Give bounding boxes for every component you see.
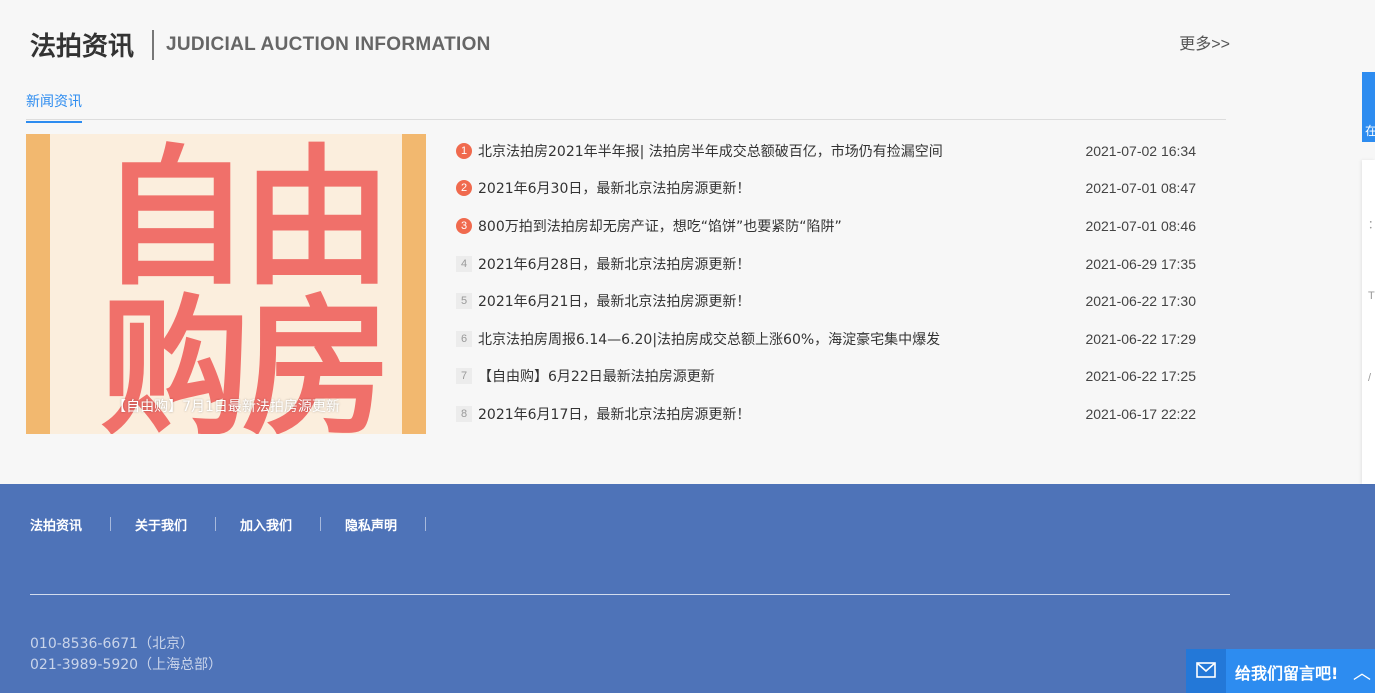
news-title[interactable]: 北京法拍房2021年半年报| 法拍房半年成交总额破百亿，市场仍有捡漏空间	[478, 141, 943, 161]
news-date: 2021-06-17 22:22	[1085, 405, 1196, 422]
news-date: 2021-07-02 16:34	[1085, 142, 1196, 159]
rank-badge: 1	[456, 142, 472, 159]
news-tabs: 新闻资讯	[26, 88, 1226, 123]
rank-badge: 4	[456, 255, 472, 272]
side-tab-text: 在	[1365, 124, 1375, 138]
side-float-panel[interactable]: ： T /	[1362, 160, 1375, 484]
message-us-button[interactable]: 给我们留言吧! ︿	[1186, 649, 1375, 693]
message-us-label: 给我们留言吧!	[1235, 664, 1339, 683]
section-header: 法拍资讯 JUDICIAL AUCTION INFORMATION 更多>>	[30, 24, 1230, 64]
news-title[interactable]: 2021年6月30日，最新北京法拍房源更新！	[478, 178, 750, 198]
footer-link-join[interactable]: 加入我们	[240, 515, 292, 534]
section-title: 法拍资讯	[30, 32, 135, 62]
footer-divider	[215, 517, 217, 531]
title-divider	[152, 30, 154, 60]
news-title[interactable]: 2021年6月28日，最新北京法拍房源更新！	[478, 254, 750, 274]
featured-article[interactable]: 自由 购房 【自由购】7月1日最新法拍房源更新	[26, 134, 426, 434]
rank-badge: 3	[456, 217, 472, 234]
news-item[interactable]: 6 北京法拍房周报6.14—6.20|法拍房成交总额上涨60%，海淀豪宅集中爆发…	[456, 320, 1200, 358]
news-item[interactable]: 7 【自由购】6月22日最新法拍房源更新 2021-06-22 17:25	[456, 358, 1200, 396]
more-link[interactable]: 更多>>	[1179, 30, 1230, 54]
footer-link-news[interactable]: 法拍资讯	[30, 515, 82, 534]
news-title[interactable]: 2021年6月21日，最新北京法拍房源更新！	[478, 291, 750, 311]
footer-divider-line	[30, 594, 1230, 595]
rank-badge: 6	[456, 330, 472, 347]
rank-badge: 5	[456, 293, 472, 310]
rank-badge: 2	[456, 180, 472, 197]
poster-border-left	[26, 134, 50, 434]
footer-divider	[320, 517, 322, 531]
poster-text-line1: 自由	[100, 134, 392, 306]
rank-badge: 8	[456, 405, 472, 422]
side-panel-mark: ：	[1368, 216, 1375, 232]
featured-image[interactable]: 自由 购房	[50, 134, 402, 434]
news-date: 2021-07-01 08:46	[1085, 217, 1196, 234]
news-item[interactable]: 1 北京法拍房2021年半年报| 法拍房半年成交总额破百亿，市场仍有捡漏空间 2…	[456, 132, 1200, 170]
tab-news[interactable]: 新闻资讯	[26, 91, 82, 123]
mail-icon	[1186, 649, 1226, 693]
section-subtitle: JUDICIAL AUCTION INFORMATION	[166, 34, 491, 55]
news-date: 2021-06-22 17:29	[1085, 330, 1196, 347]
news-item[interactable]: 3 800万拍到法拍房却无房产证，想吃“馅饼”也要紧防“陷阱” 2021-07-…	[456, 207, 1200, 245]
news-item[interactable]: 5 2021年6月21日，最新北京法拍房源更新！ 2021-06-22 17:3…	[456, 282, 1200, 320]
side-panel-mark: /	[1368, 372, 1372, 384]
footer-nav: 法拍资讯 关于我们 加入我们 隐私声明	[30, 515, 450, 534]
side-panel-mark: T	[1368, 290, 1375, 302]
footer: 法拍资讯 关于我们 加入我们 隐私声明 010-8536-6671（北京） 02…	[0, 484, 1375, 693]
news-date: 2021-06-22 17:30	[1085, 293, 1196, 310]
news-item[interactable]: 2 2021年6月30日，最新北京法拍房源更新！ 2021-07-01 08:4…	[456, 170, 1200, 208]
footer-divider	[425, 517, 427, 531]
news-title[interactable]: 800万拍到法拍房却无房产证，想吃“馅饼”也要紧防“陷阱”	[478, 216, 842, 236]
footer-divider	[110, 517, 112, 531]
poster-border-right	[402, 134, 426, 434]
news-list: 1 北京法拍房2021年半年报| 法拍房半年成交总额破百亿，市场仍有捡漏空间 2…	[456, 132, 1200, 433]
side-float-tab[interactable]: 在	[1362, 72, 1375, 142]
news-item[interactable]: 8 2021年6月17日，最新北京法拍房源更新！ 2021-06-17 22:2…	[456, 395, 1200, 433]
chevron-up-icon[interactable]: ︿	[1353, 659, 1371, 685]
news-title[interactable]: 【自由购】6月22日最新法拍房源更新	[478, 366, 715, 386]
phone-beijing: 010-8536-6671（北京）	[30, 636, 195, 652]
news-item[interactable]: 4 2021年6月28日，最新北京法拍房源更新！ 2021-06-29 17:3…	[456, 245, 1200, 283]
phone-shanghai: 021-3989-5920（上海总部）	[30, 657, 223, 673]
news-date: 2021-06-22 17:25	[1085, 368, 1196, 385]
news-title[interactable]: 2021年6月17日，最新北京法拍房源更新！	[478, 404, 750, 424]
footer-link-about[interactable]: 关于我们	[135, 515, 187, 534]
footer-contact: 010-8536-6671（北京） 021-3989-5920（上海总部）	[30, 634, 222, 676]
featured-caption[interactable]: 【自由购】7月1日最新法拍房源更新	[26, 396, 426, 416]
rank-badge: 7	[456, 368, 472, 385]
news-title[interactable]: 北京法拍房周报6.14—6.20|法拍房成交总额上涨60%，海淀豪宅集中爆发	[478, 329, 940, 349]
news-date: 2021-07-01 08:47	[1085, 180, 1196, 197]
footer-link-privacy[interactable]: 隐私声明	[345, 515, 397, 534]
news-date: 2021-06-29 17:35	[1085, 255, 1196, 272]
